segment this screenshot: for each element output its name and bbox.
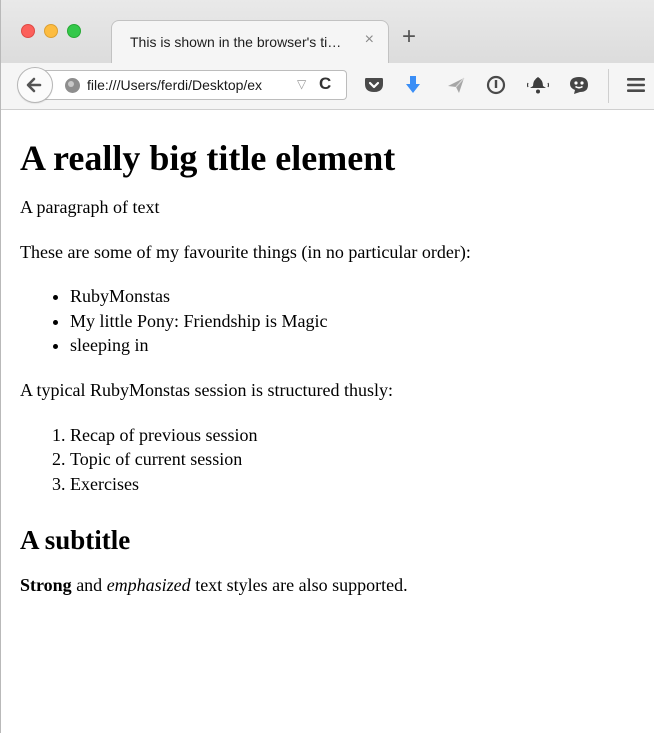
toolbar-divider — [608, 69, 609, 103]
send-icon[interactable] — [445, 74, 467, 96]
globe-icon — [65, 78, 80, 93]
tab-strip: This is shown in the browser's ti… × + — [1, 0, 654, 64]
and-text: and — [71, 575, 107, 595]
emoji-icon[interactable] — [568, 74, 590, 96]
pocket-icon[interactable] — [363, 74, 385, 96]
url-text[interactable]: file:///Users/ferdi/Desktop/ex — [87, 77, 283, 93]
styles-paragraph: Strong and emphasized text styles are al… — [20, 574, 640, 596]
strong-text: Strong — [20, 575, 72, 595]
notification-icon[interactable] — [527, 74, 549, 96]
maximize-window-button[interactable] — [67, 24, 81, 38]
url-dropdown-icon[interactable]: ▽ — [297, 77, 306, 91]
page-title: A really big title element — [20, 138, 396, 178]
download-icon[interactable] — [402, 74, 424, 96]
reload-icon[interactable]: C — [319, 74, 331, 94]
favourites-intro: These are some of my favourite things (i… — [20, 242, 471, 262]
minimize-window-button[interactable] — [44, 24, 58, 38]
session-intro: A typical RubyMonstas session is structu… — [20, 379, 393, 400]
list-item: Topic of current session — [70, 447, 640, 472]
styles-text: text styles are also supported. — [190, 575, 408, 595]
hamburger-menu-icon[interactable] — [625, 74, 647, 96]
emphasized-text: emphasized — [106, 575, 191, 595]
tab-title: This is shown in the browser's ti… — [130, 34, 342, 50]
favourites-list: RubyMonstas My little Pony: Friendship i… — [20, 284, 640, 358]
navigation-toolbar: file:///Users/ferdi/Desktop/ex ▽ C — [1, 63, 654, 110]
list-item: Exercises — [70, 472, 640, 497]
browser-window: This is shown in the browser's ti… × + f… — [0, 0, 654, 733]
session-steps-list: Recap of previous session Topic of curre… — [20, 423, 640, 497]
password-icon[interactable] — [485, 74, 507, 96]
subtitle: A subtitle — [20, 525, 131, 555]
list-item: sleeping in — [70, 333, 640, 358]
tab-active[interactable]: This is shown in the browser's ti… × — [111, 20, 389, 64]
list-item: Recap of previous session — [70, 423, 640, 448]
new-tab-button[interactable]: + — [402, 25, 416, 49]
tab-close-icon[interactable]: × — [365, 31, 374, 49]
intro-paragraph: A paragraph of text — [20, 197, 160, 217]
back-button[interactable] — [17, 67, 53, 103]
back-arrow-icon — [26, 77, 42, 93]
list-item: RubyMonstas — [70, 284, 640, 309]
list-item: My little Pony: Friendship is Magic — [70, 309, 640, 334]
close-window-button[interactable] — [21, 24, 35, 38]
page-content: A really big title element A paragraph o… — [20, 110, 640, 596]
url-bar[interactable]: file:///Users/ferdi/Desktop/ex ▽ C — [35, 70, 347, 100]
